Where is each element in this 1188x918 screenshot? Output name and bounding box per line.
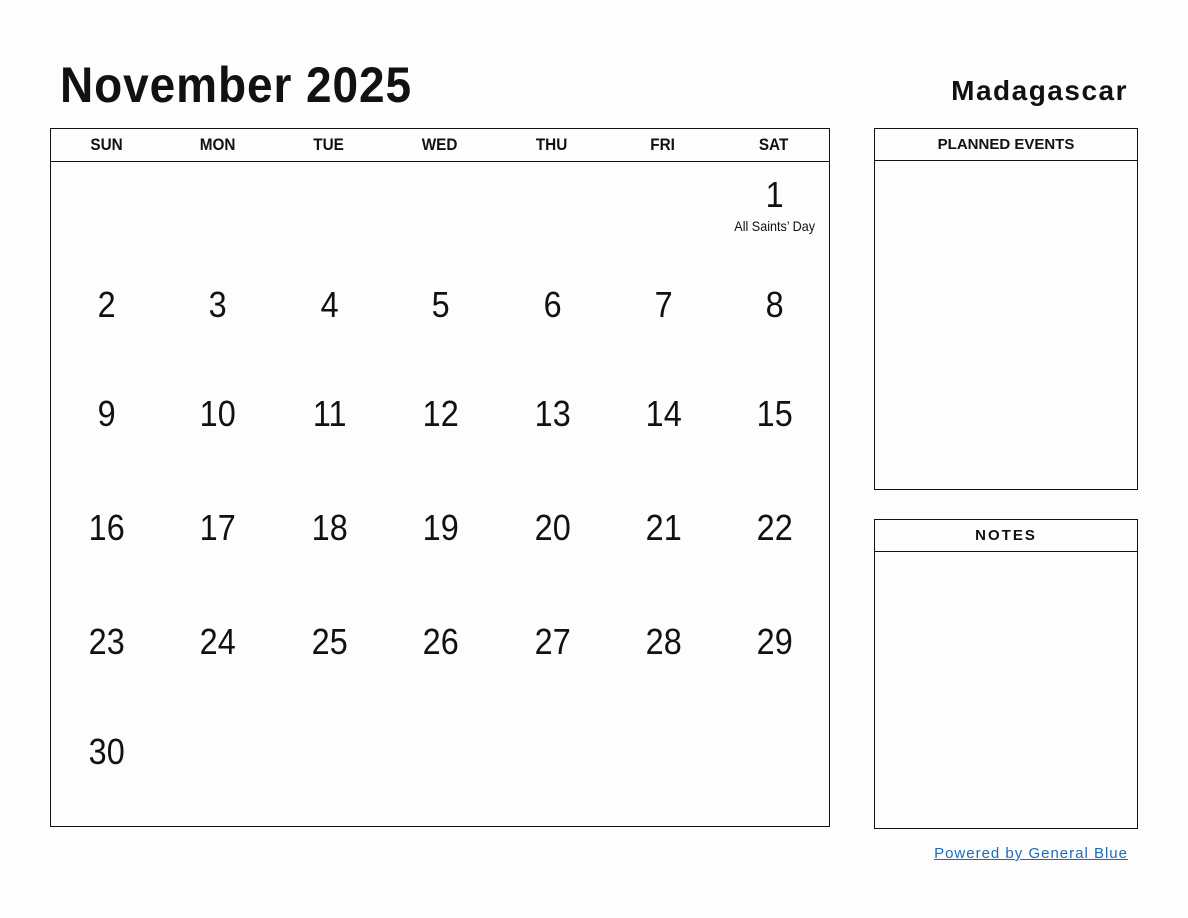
day-cell: 14 [608,394,719,434]
planned-events-panel: PLANNED EVENTS [874,128,1138,490]
weekday-thu: THU [535,135,567,154]
day-cell: 10 [162,394,273,434]
day-cell: 1 All Saints’ Day [719,175,830,235]
day-cell: 28 [608,622,719,662]
day-number: 26 [422,621,459,662]
days-area: 1 All Saints’ Day 2 3 4 5 6 7 8 9 10 11 12 13 14 15 16 17… [51,161,829,826]
day-number: 4 [320,284,339,325]
day-number: 29 [757,621,794,662]
day-number: 3 [209,284,228,325]
day-cell: 20 [497,508,608,548]
day-cell: 18 [274,508,385,548]
day-number: 30 [88,731,125,772]
day-cell: 19 [385,508,496,548]
day-number: 12 [422,393,459,434]
day-cell: 12 [385,394,496,434]
day-number: 21 [645,507,682,548]
weekday-header: SUN MON TUE WED THU FRI SAT [51,129,829,162]
day-number: 8 [766,284,785,325]
holiday-label: All Saints’ Day [734,218,816,234]
day-number: 19 [422,507,459,548]
day-cell: 26 [385,622,496,662]
day-number: 7 [654,284,673,325]
day-cell: 6 [497,285,608,325]
calendar-grid: SUN MON TUE WED THU FRI SAT 1 All Saints’… [50,128,830,827]
day-number: 20 [534,507,571,548]
day-cell: 15 [719,394,830,434]
day-cell: 22 [719,508,830,548]
day-number: 5 [431,284,450,325]
day-cell: 9 [51,394,162,434]
planned-events-heading: PLANNED EVENTS [875,129,1137,161]
weekday-mon: MON [199,135,236,154]
day-number: 25 [311,621,348,662]
weekday-tue: TUE [313,135,345,154]
day-cell: 2 [51,285,162,325]
day-cell: 7 [608,285,719,325]
day-number: 27 [534,621,571,662]
powered-by-link[interactable]: Powered by General Blue [934,845,1128,862]
day-cell: 11 [274,394,385,434]
day-number: 1 [766,174,785,215]
day-number: 6 [543,284,562,325]
day-number: 2 [97,284,116,325]
day-cell: 16 [51,508,162,548]
day-number: 9 [97,393,116,434]
weekday-sun: SUN [90,135,123,154]
day-cell: 13 [497,394,608,434]
weekday-fri: FRI [649,135,675,154]
day-number: 28 [645,621,682,662]
day-cell: 3 [162,285,273,325]
day-number: 16 [88,507,125,548]
day-cell: 21 [608,508,719,548]
country-label: Madagascar [951,75,1128,106]
notes-panel: NOTES [874,519,1138,829]
day-number: 24 [200,621,237,662]
notes-heading: NOTES [875,520,1137,552]
day-cell: 24 [162,622,273,662]
day-cell: 5 [385,285,496,325]
day-cell: 8 [719,285,830,325]
weekday-sat: SAT [758,135,789,154]
day-number: 15 [757,393,794,434]
day-cell: 25 [274,622,385,662]
day-number: 18 [311,507,348,548]
day-cell: 30 [51,732,162,772]
day-number: 17 [200,507,237,548]
day-cell: 27 [497,622,608,662]
day-number: 22 [757,507,794,548]
day-cell: 4 [274,285,385,325]
page-title: November 2025 [60,57,413,113]
day-cell: 29 [719,622,830,662]
day-cell: 23 [51,622,162,662]
day-cell: 17 [162,508,273,548]
weekday-wed: WED [422,135,458,154]
day-number: 10 [200,393,237,434]
day-number: 11 [312,393,347,434]
day-number: 23 [88,621,125,662]
day-number: 13 [534,393,571,434]
day-number: 14 [645,393,682,434]
